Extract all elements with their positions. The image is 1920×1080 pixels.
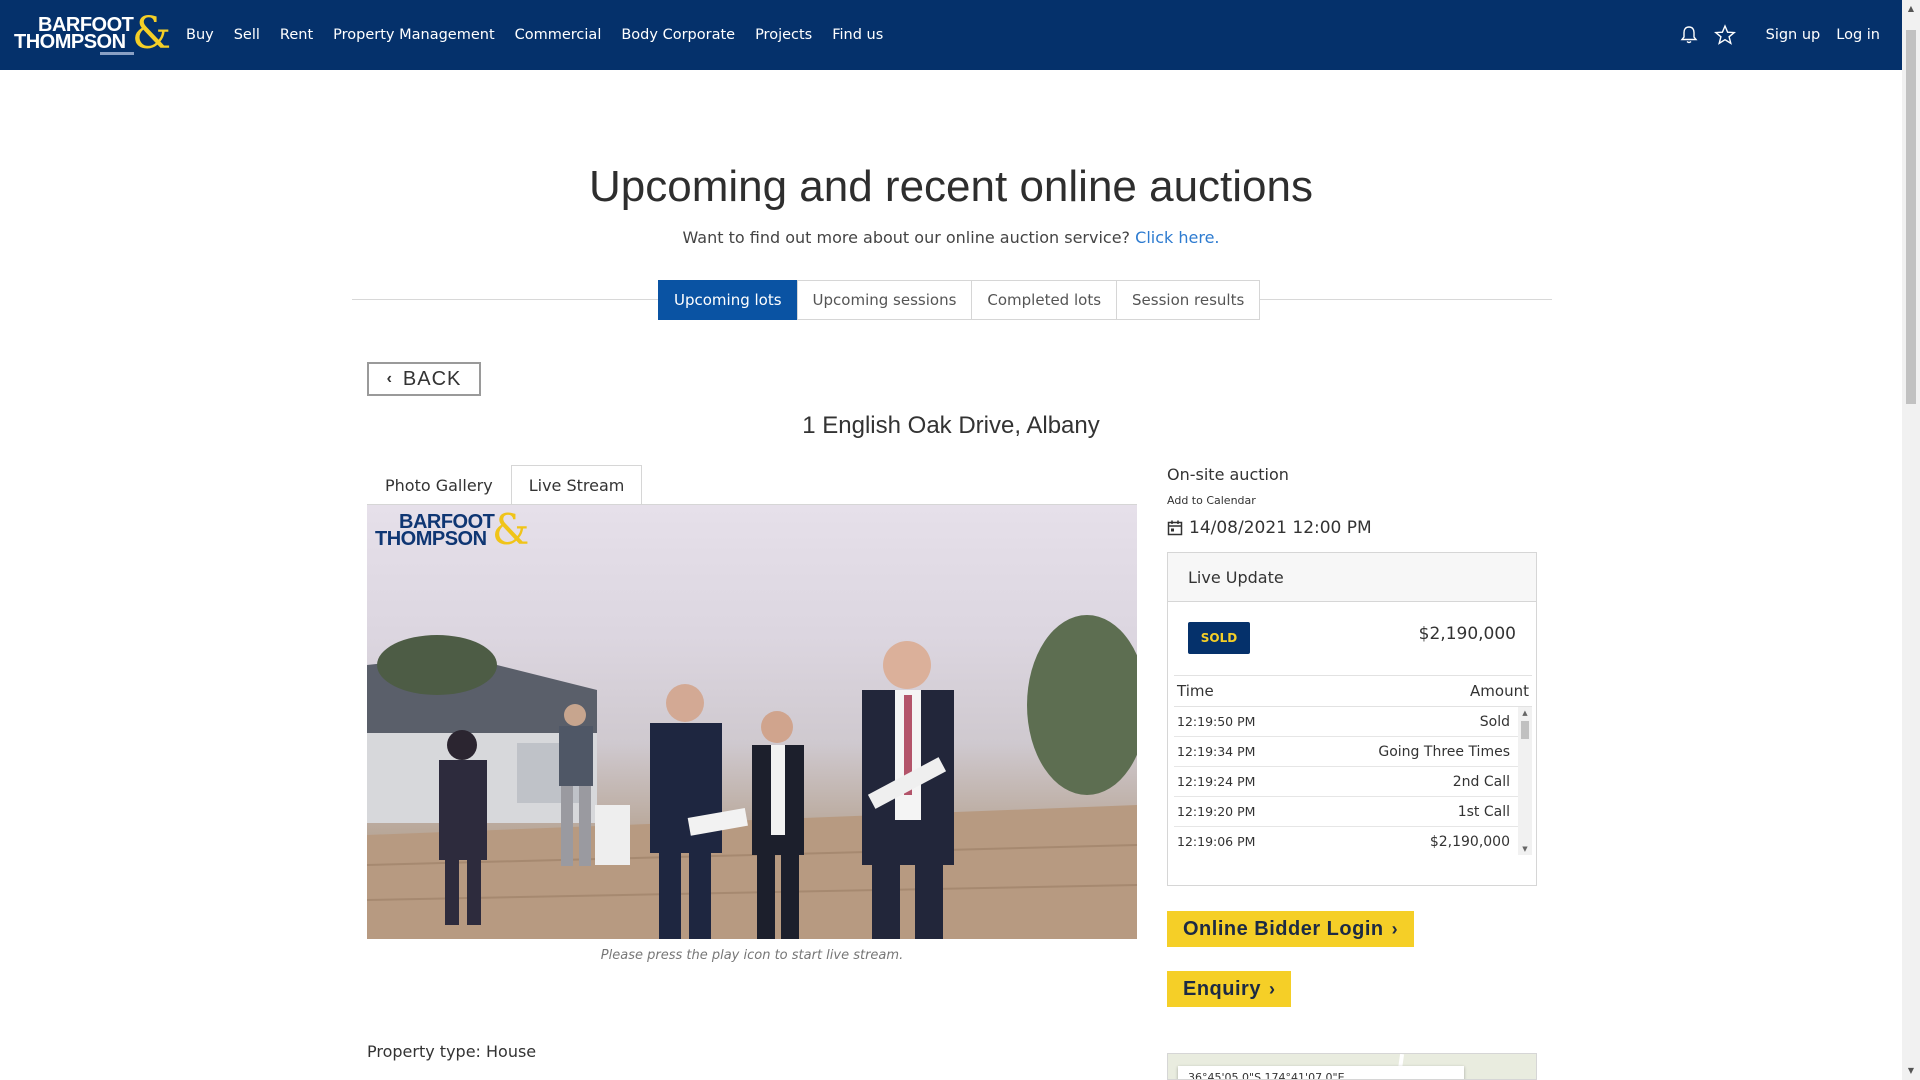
chevron-left-icon: ‹ bbox=[386, 370, 393, 387]
col-amount: Amount bbox=[1470, 682, 1529, 700]
log-in-link[interactable]: Log in bbox=[1836, 27, 1880, 43]
tab-upcoming-lots[interactable]: Upcoming lots bbox=[658, 280, 798, 320]
scroll-down-arrow-icon[interactable]: ▼ bbox=[1906, 1066, 1916, 1076]
nav-projects[interactable]: Projects bbox=[755, 27, 812, 43]
page-title: Upcoming and recent online auctions bbox=[588, 162, 1313, 211]
tab-completed-lots[interactable]: Completed lots bbox=[971, 280, 1118, 320]
property-address: 1 English Oak Drive, Albany bbox=[802, 412, 1100, 439]
bell-icon[interactable] bbox=[1678, 24, 1700, 46]
page-scrollbar[interactable]: ▲ ▼ bbox=[1902, 0, 1920, 1080]
auction-type: On-site auction bbox=[1167, 465, 1289, 484]
bid-time: 12:19:24 PM bbox=[1177, 774, 1256, 789]
status-badge: SOLD bbox=[1188, 622, 1250, 654]
calendar-icon bbox=[1167, 520, 1183, 536]
main-nav: Buy Sell Rent Property Management Commer… bbox=[186, 0, 903, 70]
top-navbar: BARFOOT THOMPSON & Buy Sell Rent Propert… bbox=[0, 0, 1902, 70]
video-caption: Please press the play icon to start live… bbox=[600, 948, 904, 963]
auction-datetime-text: 14/08/2021 12:00 PM bbox=[1189, 518, 1372, 538]
tab-photo-gallery[interactable]: Photo Gallery bbox=[367, 465, 511, 505]
chevron-right-icon: › bbox=[1391, 918, 1399, 939]
table-row: 12:19:20 PM 1st Call bbox=[1174, 797, 1532, 827]
enquiry-label: Enquiry bbox=[1183, 977, 1261, 1000]
tab-live-stream[interactable]: Live Stream bbox=[510, 465, 643, 505]
scrollbar-thumb[interactable] bbox=[1906, 30, 1916, 404]
scroll-up-arrow-icon[interactable]: ▲ bbox=[1906, 4, 1916, 14]
watermark-line-2: THOMPSON bbox=[375, 528, 487, 550]
col-time: Time bbox=[1177, 682, 1214, 700]
table-row: 12:19:06 PM $2,190,000 bbox=[1174, 827, 1532, 855]
nav-body-corporate[interactable]: Body Corporate bbox=[621, 27, 735, 43]
auction-tabs: Upcoming lots Upcoming sessions Complete… bbox=[658, 280, 1261, 320]
media-tabs: Photo Gallery Live Stream bbox=[367, 465, 643, 505]
logo-line-2: THOMPSON bbox=[14, 31, 126, 53]
bid-history-table: Time Amount 12:19:50 PM Sold 12:19:34 PM… bbox=[1174, 675, 1532, 855]
location-map[interactable]: 36°45'05.0"S 174°41'07.0"E bbox=[1167, 1053, 1537, 1080]
video-scene bbox=[367, 615, 1137, 939]
bid-time: 12:19:34 PM bbox=[1177, 744, 1256, 759]
bid-table-scrollbar[interactable]: ▲ ▼ bbox=[1518, 707, 1532, 855]
live-stream-video[interactable]: BARFOOT THOMPSON & bbox=[367, 505, 1137, 939]
nav-buy[interactable]: Buy bbox=[186, 27, 214, 43]
table-row: 12:19:50 PM Sold bbox=[1174, 707, 1532, 737]
live-update-panel: Live Update SOLD $2,190,000 Time Amount … bbox=[1167, 552, 1537, 886]
table-row: 12:19:24 PM 2nd Call bbox=[1174, 767, 1532, 797]
scroll-up-arrow-icon[interactable]: ▲ bbox=[1518, 707, 1532, 719]
bid-amount: Going Three Times bbox=[1378, 743, 1510, 760]
back-label: BACK bbox=[402, 367, 462, 390]
sign-up-link[interactable]: Sign up bbox=[1766, 27, 1821, 43]
auction-datetime[interactable]: 14/08/2021 12:00 PM bbox=[1167, 518, 1372, 538]
scroll-down-arrow-icon[interactable]: ▼ bbox=[1518, 843, 1532, 855]
bid-amount: 1st Call bbox=[1457, 803, 1510, 820]
star-icon[interactable] bbox=[1713, 24, 1736, 46]
watermark-ampersand: & bbox=[492, 505, 530, 554]
bid-time: 12:19:50 PM bbox=[1177, 714, 1256, 729]
back-button[interactable]: ‹ BACK bbox=[367, 362, 481, 396]
bid-scroll-thumb[interactable] bbox=[1521, 721, 1529, 739]
nav-property-management[interactable]: Property Management bbox=[333, 27, 494, 43]
online-bidder-login-button[interactable]: Online Bidder Login › bbox=[1167, 911, 1415, 947]
live-update-title: Live Update bbox=[1168, 553, 1536, 602]
video-watermark-logo: BARFOOT THOMPSON & bbox=[375, 509, 529, 555]
bidder-login-label: Online Bidder Login bbox=[1183, 917, 1384, 940]
map-coordinates: 36°45'05.0"S 174°41'07.0"E bbox=[1178, 1066, 1464, 1079]
nav-right-group: Sign up Log in bbox=[1678, 0, 1880, 70]
subtitle-text: Want to find out more about our online a… bbox=[682, 228, 1131, 247]
tab-session-results[interactable]: Session results bbox=[1116, 280, 1261, 320]
nav-find-us[interactable]: Find us bbox=[832, 27, 883, 43]
bid-amount: $2,190,000 bbox=[1429, 833, 1510, 850]
bid-time: 12:19:06 PM bbox=[1177, 834, 1256, 849]
page-subtitle: Want to find out more about our online a… bbox=[0, 228, 1902, 247]
bid-amount: 2nd Call bbox=[1452, 773, 1510, 790]
bid-table-body[interactable]: 12:19:50 PM Sold 12:19:34 PM Going Three… bbox=[1174, 707, 1532, 855]
chevron-right-icon: › bbox=[1268, 978, 1276, 999]
table-row: 12:19:34 PM Going Three Times bbox=[1174, 737, 1532, 767]
logo-tagline-mark bbox=[100, 52, 134, 55]
bid-time: 12:19:20 PM bbox=[1177, 804, 1256, 819]
bid-table-header: Time Amount bbox=[1174, 675, 1532, 707]
nav-sell[interactable]: Sell bbox=[234, 27, 260, 43]
brand-logo[interactable]: BARFOOT THOMPSON & bbox=[14, 12, 171, 58]
tab-upcoming-sessions[interactable]: Upcoming sessions bbox=[796, 280, 973, 320]
sold-summary: SOLD $2,190,000 bbox=[1168, 602, 1536, 674]
add-to-calendar-link[interactable]: Add to Calendar bbox=[1167, 494, 1256, 507]
enquiry-button[interactable]: Enquiry › bbox=[1167, 971, 1292, 1007]
property-type: Property type: House bbox=[367, 1042, 537, 1061]
click-here-link[interactable]: Click here. bbox=[1135, 228, 1219, 247]
sold-price: $2,190,000 bbox=[1418, 624, 1516, 644]
logo-ampersand: & bbox=[132, 8, 172, 59]
bid-amount: Sold bbox=[1479, 713, 1510, 730]
nav-commercial[interactable]: Commercial bbox=[515, 27, 602, 43]
nav-rent[interactable]: Rent bbox=[280, 27, 313, 43]
